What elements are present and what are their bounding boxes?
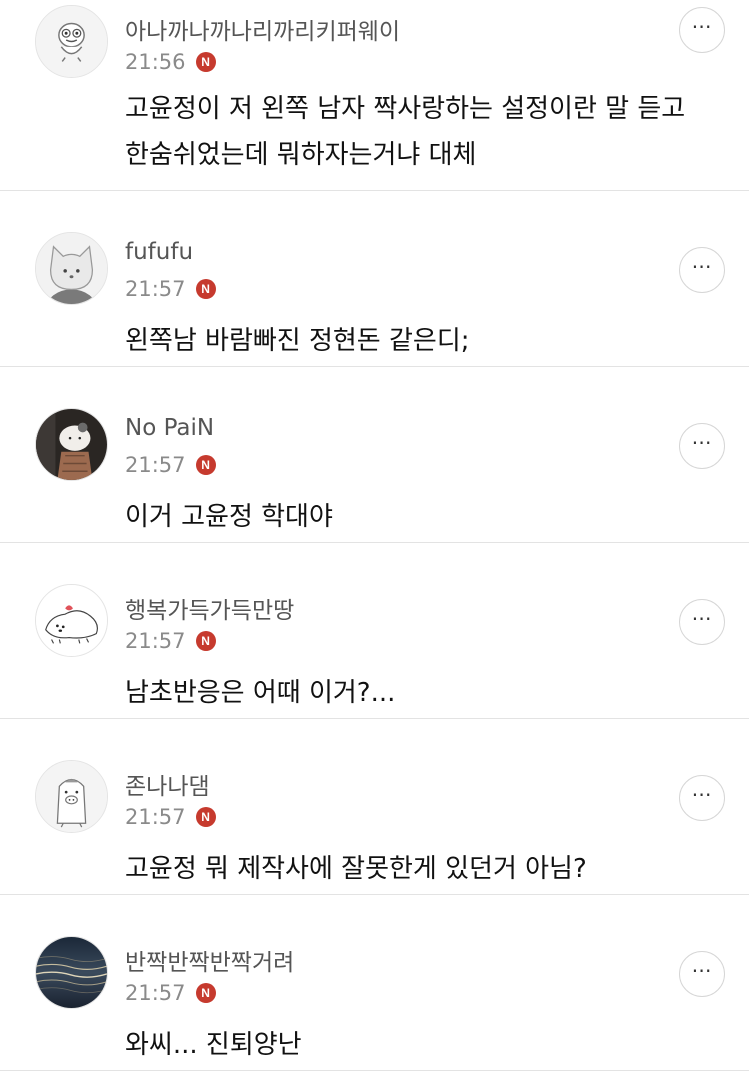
new-badge: N [195, 807, 216, 827]
comment-item: 반짝반짝반짝거려 21:57 N 와씨... 진퇴양난 ⋯ [0, 895, 749, 1071]
more-dots-icon: ⋯ [691, 958, 713, 982]
comment-text: 고윤정이 저 왼쪽 남자 짝사랑하는 설정이란 말 듣고 한숨쉬었는데 뭐하자는… [125, 94, 686, 170]
comment-text: 왼쪽남 바람빠진 정현돈 같은디; [125, 326, 470, 356]
comment-author[interactable]: No PaiN [125, 415, 214, 441]
comment-meta: 21:57 N [125, 803, 216, 831]
more-options-button[interactable]: ⋯ [679, 423, 725, 469]
comment-time: 21:57 [125, 453, 186, 477]
more-options-button[interactable]: ⋯ [679, 775, 725, 821]
comment-list: 아나까나까나리까리키퍼웨이 21:56 N 고윤정이 저 왼쪽 남자 짝사랑하는… [0, 0, 749, 1071]
comment-time: 21:56 [125, 50, 186, 74]
puppy-drawing-icon[interactable] [35, 584, 108, 657]
comment-text: 이거 고윤정 학대야 [125, 502, 333, 532]
new-badge: N [195, 631, 216, 651]
comment-author[interactable]: 반짝반짝반짝거려 [125, 943, 294, 977]
comment-time: 21:57 [125, 981, 186, 1005]
comment-meta: 21:57 N [125, 627, 216, 655]
new-badge: N [195, 279, 216, 299]
comment-text: 고윤정 뭐 제작사에 잘못한게 있던거 아님? [125, 854, 587, 884]
comment-item: 존나나댐 21:57 N 고윤정 뭐 제작사에 잘못한게 있던거 아님? ⋯ [0, 719, 749, 895]
comment-meta: 21:57 N [125, 979, 216, 1007]
cat-character-icon[interactable] [35, 232, 108, 305]
comment-time: 21:57 [125, 629, 186, 653]
new-badge: N [195, 52, 216, 72]
more-options-button[interactable]: ⋯ [679, 951, 725, 997]
new-badge: N [195, 983, 216, 1003]
comment-item: fufufu 21:57 N 왼쪽남 바람빠진 정현돈 같은디; ⋯ [0, 191, 749, 367]
comment-time: 21:57 [125, 277, 186, 301]
comment-time: 21:57 [125, 805, 186, 829]
comment-item: No PaiN 21:57 N 이거 고윤정 학대야 ⋯ [0, 367, 749, 543]
duck-character-icon[interactable] [35, 5, 108, 78]
more-options-button[interactable]: ⋯ [679, 247, 725, 293]
comment-item: 행복가득가득만땅 21:57 N 남초반응은 어때 이거?... ⋯ [0, 543, 749, 719]
comment-author[interactable]: 존나나댐 [125, 767, 210, 801]
more-options-button[interactable]: ⋯ [679, 599, 725, 645]
comment-meta: 21:57 N [125, 275, 216, 303]
more-dots-icon: ⋯ [691, 606, 713, 630]
comment-author[interactable]: 아나까나까나리까리키퍼웨이 [125, 12, 400, 46]
comment-text: 남초반응은 어때 이거?... [125, 678, 396, 708]
comment-item: 아나까나까나리까리키퍼웨이 21:56 N 고윤정이 저 왼쪽 남자 짝사랑하는… [0, 0, 749, 191]
comment-text: 와씨... 진퇴양난 [125, 1030, 302, 1060]
more-dots-icon: ⋯ [691, 782, 713, 806]
comment-author[interactable]: fufufu [125, 239, 193, 265]
hello-kitty-photo-icon[interactable] [35, 408, 108, 481]
comment-meta: 21:56 N [125, 48, 216, 76]
more-dots-icon: ⋯ [691, 14, 713, 38]
new-badge: N [195, 455, 216, 475]
sparkling-water-photo-icon[interactable] [35, 936, 108, 1009]
more-dots-icon: ⋯ [691, 430, 713, 454]
comment-author[interactable]: 행복가득가득만땅 [125, 591, 294, 625]
more-dots-icon: ⋯ [691, 254, 713, 278]
more-options-button[interactable]: ⋯ [679, 7, 725, 53]
penguin-character-icon[interactable] [35, 760, 108, 833]
comment-meta: 21:57 N [125, 451, 216, 479]
